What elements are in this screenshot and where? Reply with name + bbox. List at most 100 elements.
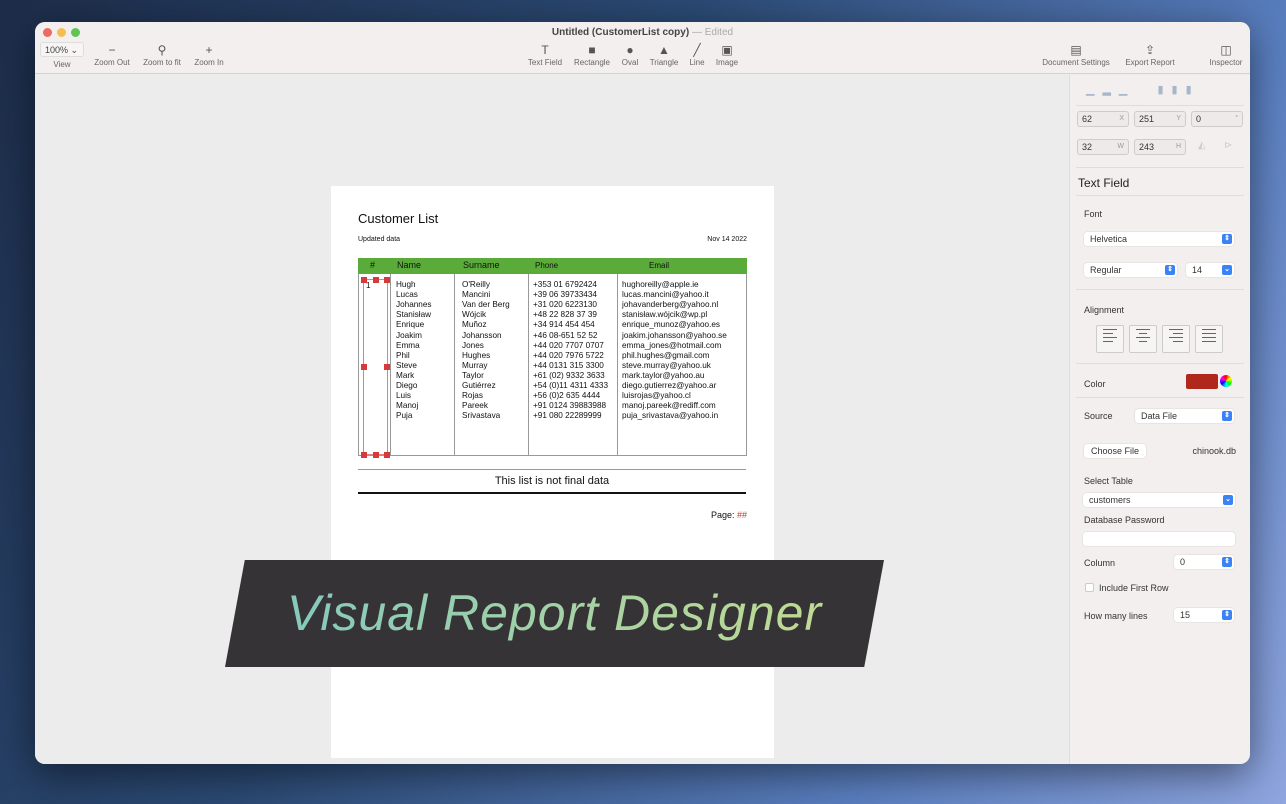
table-cell: diego.gutierrez@yahoo.ar bbox=[622, 381, 717, 390]
table-cell: Diego bbox=[396, 381, 418, 390]
separator bbox=[1076, 195, 1244, 196]
resize-handle[interactable] bbox=[361, 277, 367, 283]
stepper-icon: ⇕ bbox=[1222, 234, 1232, 244]
alignment-label: Alignment bbox=[1084, 305, 1125, 315]
column-divider bbox=[617, 274, 618, 456]
table-cell: Mark bbox=[396, 370, 415, 380]
note-text[interactable]: This list is not final data bbox=[358, 475, 746, 487]
width-field[interactable]: 32 W bbox=[1077, 139, 1129, 155]
report-subtitle[interactable]: Updated data bbox=[358, 236, 400, 243]
inspector-button[interactable]: ◫ Inspector bbox=[1196, 42, 1250, 67]
table-cell: +61 (02) 9332 3633 bbox=[533, 370, 605, 380]
alignment-toolbar-icons[interactable]: ▁▂▁ ▮▮▮ bbox=[1086, 83, 1200, 96]
table-cell: Manoj bbox=[396, 401, 419, 411]
table-cell: lucas.mancini@yahoo.it bbox=[622, 290, 709, 300]
table-cell: +34 914 454 454 bbox=[533, 320, 595, 330]
resize-handle[interactable] bbox=[373, 277, 379, 283]
resize-handle[interactable] bbox=[384, 364, 390, 370]
separator bbox=[1076, 363, 1244, 364]
table-cell: Mancini bbox=[462, 290, 491, 300]
header-surname: Surname bbox=[463, 260, 500, 270]
header-phone: Phone bbox=[535, 261, 559, 270]
table-cell: joakim.johansson@yahoo.se bbox=[622, 330, 727, 340]
table-cell: Enrique bbox=[396, 320, 425, 330]
divider-line[interactable] bbox=[358, 492, 746, 494]
font-size-select[interactable]: 14 ⌄ bbox=[1186, 263, 1234, 277]
section-title: Text Field bbox=[1078, 176, 1130, 190]
table-cell: Murray bbox=[462, 360, 488, 370]
table-cell: Srivastava bbox=[462, 411, 501, 421]
password-input[interactable] bbox=[1083, 532, 1235, 546]
source-label: Source bbox=[1084, 411, 1113, 421]
height-field[interactable]: 243 H bbox=[1134, 139, 1186, 155]
table-cell: Rojas bbox=[462, 391, 483, 401]
align-justify-button[interactable] bbox=[1195, 325, 1223, 353]
separator bbox=[1076, 289, 1244, 290]
table-cell: +31 020 6223130 bbox=[533, 300, 597, 310]
align-left-button[interactable] bbox=[1096, 325, 1124, 353]
rotation-field[interactable]: 0 ° bbox=[1191, 111, 1243, 127]
font-style-select[interactable]: Regular ⇕ bbox=[1084, 263, 1177, 277]
divider-line[interactable] bbox=[358, 469, 746, 470]
table-cell: Lucas bbox=[396, 290, 418, 300]
table-cell: puja_srivastava@yahoo.in bbox=[622, 411, 719, 421]
report-page[interactable]: Customer List Updated data Nov 14 2022 #… bbox=[331, 186, 774, 758]
header-name: Name bbox=[397, 260, 422, 270]
resize-handle[interactable] bbox=[384, 277, 390, 283]
table-cell: +39 06 39733434 bbox=[533, 290, 597, 300]
color-well[interactable] bbox=[1186, 374, 1218, 389]
separator bbox=[1076, 105, 1244, 106]
header-number: # bbox=[370, 260, 376, 270]
stepper-icon: ⇕ bbox=[1222, 557, 1232, 567]
table-cell: +44 020 7707 0707 bbox=[533, 340, 604, 350]
column-select[interactable]: 0 ⇕ bbox=[1174, 555, 1234, 569]
column-divider bbox=[390, 274, 391, 456]
tool-image[interactable]: ▣ Image bbox=[697, 42, 757, 67]
resize-handle[interactable] bbox=[384, 452, 390, 458]
header-email: Email bbox=[649, 261, 670, 270]
align-right-button[interactable] bbox=[1162, 325, 1190, 353]
toolbar: Untitled (CustomerList copy) — Edited 10… bbox=[35, 22, 1250, 74]
color-wheel-icon[interactable] bbox=[1220, 375, 1232, 387]
align-center-button[interactable] bbox=[1129, 325, 1157, 353]
include-first-row-checkbox[interactable] bbox=[1085, 583, 1094, 592]
table-cell: johavanderberg@yahoo.nl bbox=[622, 300, 719, 310]
choose-file-button[interactable]: Choose File bbox=[1084, 444, 1146, 458]
report-title[interactable]: Customer List bbox=[358, 211, 438, 226]
resize-handle[interactable] bbox=[361, 364, 367, 370]
page-number-field[interactable]: Page: ## bbox=[711, 510, 747, 520]
zoom-select[interactable]: 100% ⌄ bbox=[40, 42, 84, 57]
x-field[interactable]: 62 X bbox=[1077, 111, 1129, 127]
source-select[interactable]: Data File ⇕ bbox=[1135, 409, 1234, 423]
table-cell: hughoreilly@apple.ie bbox=[622, 280, 699, 289]
stepper-icon: ⇕ bbox=[1165, 265, 1175, 275]
report-date[interactable]: Nov 14 2022 bbox=[707, 236, 747, 243]
resize-handle[interactable] bbox=[373, 452, 379, 458]
table-cell: mark.taylor@yahoo.au bbox=[622, 370, 705, 380]
table-cell: Luis bbox=[396, 391, 412, 401]
table-cell: +91 0124 39883988 bbox=[533, 401, 607, 411]
file-name: chinook.db bbox=[1192, 446, 1236, 456]
edited-status: — Edited bbox=[691, 27, 734, 38]
font-select[interactable]: Helvetica ⇕ bbox=[1084, 232, 1234, 246]
table-cell: +46 08-651 52 52 bbox=[533, 330, 598, 340]
table-cell: Phil bbox=[396, 350, 410, 360]
table-header[interactable]: # Name Surname Phone Email bbox=[358, 258, 747, 274]
lines-select[interactable]: 15 ⇕ bbox=[1174, 608, 1234, 622]
column-divider bbox=[454, 274, 455, 456]
y-field[interactable]: 251 Y bbox=[1134, 111, 1186, 127]
flip-horizontal-icon[interactable]: ⊳ bbox=[1224, 140, 1232, 151]
zoom-in-button[interactable]: + Zoom In bbox=[179, 42, 239, 67]
promo-banner: Visual Report Designer bbox=[225, 560, 884, 667]
table-cell: Stanisław bbox=[396, 310, 432, 320]
table-cell: phil.hughes@gmail.com bbox=[622, 350, 710, 360]
table-select[interactable]: customers ⌄ bbox=[1083, 493, 1235, 507]
document-icon: ▤ bbox=[1070, 43, 1082, 57]
document-settings-button[interactable]: ▤ Document Settings bbox=[1036, 42, 1116, 67]
resize-handle[interactable] bbox=[361, 452, 367, 458]
table-cell: Hughes bbox=[462, 350, 491, 360]
export-report-button[interactable]: ⇪ Export Report bbox=[1115, 42, 1185, 67]
flip-vertical-icon[interactable]: ◭ bbox=[1198, 140, 1206, 151]
sidebar-icon: ◫ bbox=[1220, 43, 1232, 57]
table-cell: +56 (0)2 635 4444 bbox=[533, 391, 601, 401]
